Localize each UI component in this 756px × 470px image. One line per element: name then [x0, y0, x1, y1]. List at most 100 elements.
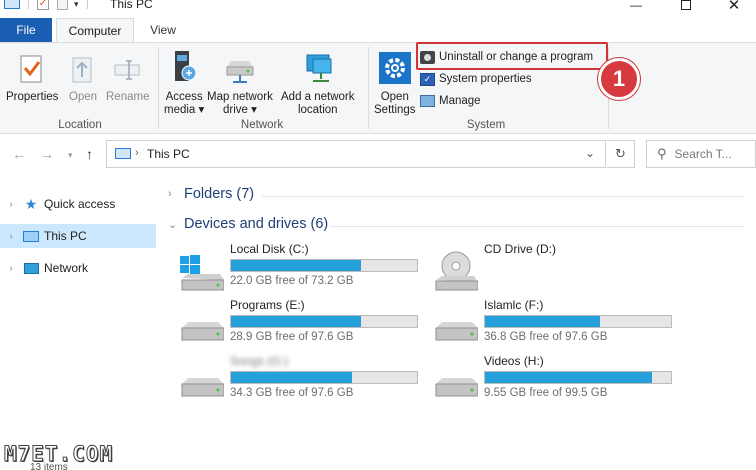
hard-drive-icon [180, 304, 225, 348]
drive-tile[interactable]: Local Disk (C:) 22.0 GB free of 73.2 GB [180, 242, 430, 292]
back-arrow-icon[interactable]: ← [12, 146, 26, 162]
drive-usage-bar [230, 371, 418, 384]
map-network-drive-icon [223, 47, 257, 85]
add-network-location-button[interactable]: Add a network location [281, 47, 355, 117]
windows-drive-icon [180, 248, 225, 292]
hard-drive-icon [180, 360, 225, 404]
close-button[interactable]: ✕ [714, 0, 754, 14]
minimize-icon: — [630, 0, 642, 12]
expand-chevron-icon[interactable]: › [0, 231, 22, 242]
address-dropdown-chevron-icon[interactable]: ⌄ [585, 146, 595, 160]
nav-item-network[interactable]: › Network [0, 256, 156, 280]
ribbon-separator [158, 47, 159, 129]
folders-section-header[interactable]: › Folders (7) [168, 186, 254, 202]
access-media-button[interactable]: Access media ▾ [164, 47, 204, 117]
open-settings-label-1: Open [380, 91, 409, 103]
nav-item-quick-access[interactable]: › ★ Quick access [0, 192, 156, 216]
drive-usage-fill [485, 316, 601, 327]
ribbon-tabs: File Computer View [0, 18, 756, 43]
system-properties-label: System properties [439, 73, 532, 85]
tab-computer[interactable]: Computer [56, 18, 134, 43]
map-network-drive-label-1: Map network [207, 91, 273, 103]
system-properties-icon: ✓ [420, 72, 435, 86]
drive-usage-bar [484, 371, 672, 384]
ribbon: Properties Open Rename Location Access m… [0, 42, 756, 134]
address-bar[interactable]: › This PC ⌄ [106, 140, 606, 168]
open-label: Open [68, 91, 98, 103]
nav-item-label: Quick access [44, 197, 116, 211]
map-network-drive-button[interactable]: Map network drive ▾ [207, 47, 273, 117]
refresh-button[interactable]: ↻ [607, 140, 635, 168]
drive-name: CD Drive (D:) [484, 242, 556, 256]
add-network-location-icon [301, 47, 335, 85]
drive-usage-fill [231, 372, 352, 383]
drive-name: Local Disk (C:) [230, 242, 309, 256]
ribbon-separator [368, 47, 369, 129]
drive-usage-bar [230, 259, 418, 272]
open-settings-button[interactable]: Open Settings [374, 47, 416, 117]
drive-tile[interactable]: CD Drive (D:) [434, 242, 684, 292]
tab-view[interactable]: View [142, 18, 184, 42]
drive-free-space: 34.3 GB free of 97.6 GB [230, 387, 354, 399]
drive-tile[interactable]: Islamlc (F:) 36.8 GB free of 97.6 GB [434, 298, 684, 348]
manage-button[interactable]: Manage [420, 91, 481, 111]
collapse-chevron-icon: ⌄ [168, 218, 178, 231]
search-input[interactable]: ⚲ Search T... [646, 140, 756, 168]
refresh-icon: ↻ [615, 146, 626, 161]
computer-icon [22, 228, 40, 244]
map-network-drive-label-2: drive ▾ [222, 104, 257, 116]
add-network-location-label-1: Add a network [281, 91, 355, 103]
minimize-button[interactable]: — [616, 0, 656, 13]
open-icon [66, 47, 100, 85]
computer-icon [4, 0, 20, 9]
properties-button[interactable]: Properties [6, 47, 58, 104]
new-folder-qat-icon[interactable] [57, 0, 68, 10]
open-settings-label-2: Settings [374, 104, 416, 116]
customize-qat-icon[interactable]: ▾ [74, 0, 79, 10]
expand-chevron-icon: › [168, 188, 172, 200]
navigation-pane: › ★ Quick access › This PC › Network [0, 180, 160, 470]
network-icon [22, 260, 40, 276]
drive-name: Videos (H:) [484, 354, 544, 368]
access-media-label-2: media ▾ [164, 104, 205, 116]
star-icon: ★ [24, 195, 38, 212]
properties-qat-icon[interactable]: ✓ [37, 0, 49, 10]
window-title: This PC [110, 0, 153, 11]
drive-tile[interactable]: Songs (G:) 34.3 GB free of 97.6 GB [180, 354, 430, 404]
tab-file[interactable]: File [0, 18, 52, 42]
access-media-icon [167, 47, 201, 85]
drive-usage-fill [231, 260, 362, 271]
address-path: This PC [147, 147, 190, 161]
system-properties-button[interactable]: ✓ System properties [420, 69, 532, 89]
breadcrumb-chevron-icon[interactable]: › [135, 147, 139, 159]
forward-arrow-icon[interactable]: → [40, 146, 54, 162]
up-arrow-icon[interactable]: ↑ [86, 146, 93, 162]
rename-button[interactable]: Rename [106, 47, 149, 104]
rename-icon [111, 47, 145, 85]
drive-name: Islamlc (F:) [484, 298, 544, 312]
manage-label: Manage [439, 95, 481, 107]
section-divider [330, 226, 744, 227]
recent-locations-chevron-icon[interactable]: ▾ [68, 150, 73, 161]
group-label-system: System [466, 119, 506, 131]
drive-free-space: 9.55 GB free of 99.5 GB [484, 387, 608, 399]
expand-chevron-icon[interactable]: › [0, 199, 22, 210]
maximize-button[interactable] [666, 0, 706, 13]
step-callout-badge: 1 [598, 58, 640, 100]
drives-heading: Devices and drives (6) [184, 216, 329, 232]
drive-tile[interactable]: Programs (E:) 28.9 GB free of 97.6 GB [180, 298, 430, 348]
quick-access-toolbar: ✓ ▾ [4, 0, 88, 11]
nav-item-label: Network [44, 261, 89, 275]
group-label-network: Network [240, 119, 284, 131]
gear-icon [378, 47, 412, 85]
drive-free-space: 22.0 GB free of 73.2 GB [230, 275, 354, 287]
hard-drive-icon [434, 360, 479, 404]
group-label-location: Location [58, 119, 102, 131]
expand-chevron-icon[interactable]: › [0, 263, 22, 274]
open-button[interactable]: Open [66, 47, 100, 104]
drive-tile[interactable]: Videos (H:) 9.55 GB free of 99.5 GB [434, 354, 684, 404]
drives-section-header[interactable]: ⌄ Devices and drives (6) [168, 216, 328, 232]
nav-item-this-pc[interactable]: › This PC [0, 224, 156, 248]
rename-label: Rename [106, 91, 150, 103]
add-network-location-label-2: location [297, 104, 338, 116]
